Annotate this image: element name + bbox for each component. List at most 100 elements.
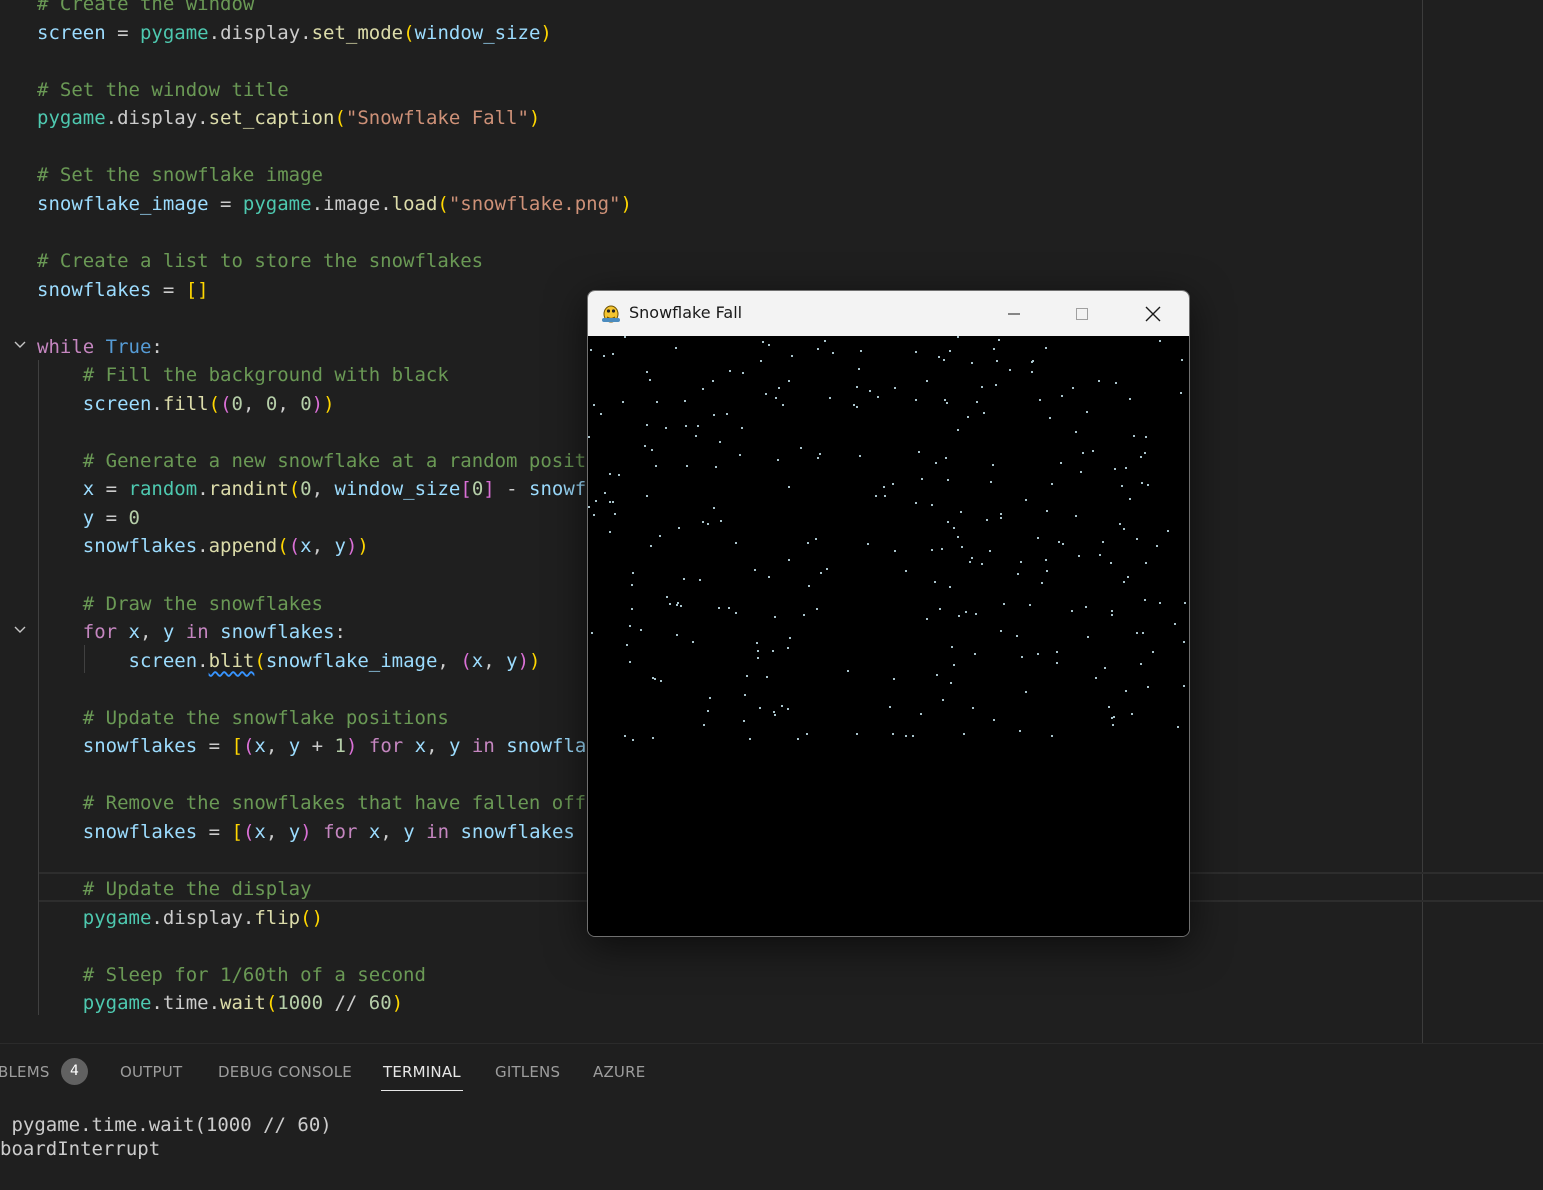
code-line[interactable]: snowflakes = [(x, y) for x, y in snowfla… [37,818,575,846]
snowflake [626,644,628,646]
close-button[interactable] [1130,291,1176,336]
snowflake [1056,662,1058,664]
snowflake [1111,610,1113,612]
code-line[interactable]: # Draw the snowflakes [37,590,323,618]
code-line[interactable]: y = 0 [37,504,140,532]
code-line[interactable]: screen = pygame.display.set_mode(window_… [37,19,552,47]
snowflake [1177,726,1179,728]
snowflake [718,607,720,609]
snowflake [858,368,860,370]
snowflake [918,451,920,453]
snowflake [1000,517,1002,519]
snowflake [1145,562,1147,564]
snowflake [775,397,777,399]
snowflake [939,608,941,610]
window-title: Snowflake Fall [629,303,743,322]
snowflake [629,661,631,663]
minimize-button[interactable] [991,291,1037,336]
maximize-button[interactable] [1059,291,1105,336]
snowflake [1129,398,1131,400]
code-line[interactable]: pygame.display.set_caption("Snowflake Fa… [37,104,540,132]
snowflake [1025,499,1027,501]
code-line[interactable]: screen.blit(snowflake_image, (x, y)) [37,647,541,675]
snowflake [757,657,759,659]
snowflake [1145,436,1147,438]
snowflake [1142,632,1144,634]
fold-chevron-for-icon[interactable] [12,621,28,641]
code-line[interactable]: snowflake_image = pygame.image.load("sno… [37,190,632,218]
snowflake [1136,538,1138,540]
snowflake [958,615,960,617]
code-line[interactable]: # Update the display [37,875,312,903]
code-line[interactable]: for x, y in snowflakes: [37,618,346,646]
code-line[interactable]: # Set the snowflake image [37,161,323,189]
snowflake [1056,651,1058,653]
snowflake [847,670,849,672]
code-line[interactable]: pygame.time.wait(1000 // 60) [37,989,403,1017]
snowflake [883,486,885,488]
snowflake [941,548,943,550]
snowflake [993,348,995,350]
snowflake [877,396,879,398]
code-line[interactable]: # Create a list to store the snowflakes [37,247,483,275]
snowflake [624,336,626,338]
snowflake [593,514,595,516]
snowflake [936,674,938,676]
bottom-panel: BLEMS 4 OUTPUT DEBUG CONSOLE TERMINAL GI… [0,1043,1543,1190]
snowflake [953,664,955,666]
snowflake [1099,554,1101,556]
tab-gitlens[interactable]: GITLENS [495,1063,560,1081]
code-line[interactable]: pygame.display.flip() [37,904,323,932]
snowflake [894,550,896,552]
snowflake [1032,360,1034,362]
code-line[interactable]: snowflakes.append((x, y)) [37,532,369,560]
snowflake [618,474,620,476]
tab-debug-console[interactable]: DEBUG CONSOLE [218,1063,352,1081]
code-line[interactable]: # Set the window title [37,76,289,104]
pygame-window[interactable]: Snowflake Fall [587,290,1190,937]
snowflake [1039,399,1041,401]
code-line[interactable]: # Remove the snowflakes that have fallen… [37,789,586,817]
snowflake [938,356,940,358]
snowflake [665,427,667,429]
code-line[interactable]: x = random.randint(0, window_size[0] - s… [37,475,586,503]
snowflake [1087,636,1089,638]
snowflake [720,520,722,522]
code-line[interactable]: # Sleep for 1/60th of a second [37,961,426,989]
pygame-snake-icon [600,302,622,324]
tab-problems[interactable]: BLEMS [0,1063,50,1081]
snowflake [675,347,677,349]
snowflake [1019,730,1021,732]
code-line[interactable]: # Create the window [37,0,254,18]
tab-azure[interactable]: AZURE [593,1063,645,1081]
code-line[interactable]: screen.fill((0, 0, 0)) [37,390,335,418]
snowflake [789,637,791,639]
snowflake [1092,450,1094,452]
snowflake [713,507,715,509]
code-line[interactable]: while True: [37,333,163,361]
snowflake [965,611,967,613]
code-line[interactable]: # Update the snowflake positions [37,704,449,732]
code-line[interactable]: # Fill the background with black [37,361,449,389]
snowflake [993,719,995,721]
code-line[interactable]: snowflakes = [] [37,276,209,304]
window-titlebar[interactable]: Snowflake Fall [588,291,1189,336]
snowflake [646,424,648,426]
snowflake [1113,716,1115,718]
snowflake [905,735,907,737]
snowflake [951,646,953,648]
code-line[interactable]: # Generate a new snowflake at a random p… [37,447,586,475]
code-line[interactable]: snowflakes = [(x, y + 1) for x, y in sno… [37,732,587,760]
snowflake [656,401,658,403]
tab-terminal[interactable]: TERMINAL [381,1063,463,1091]
snowflake [683,578,685,580]
snowflake [762,341,764,343]
fold-chevron-while-icon[interactable] [12,336,28,356]
snowflake [1016,635,1018,637]
tab-output[interactable]: OUTPUT [120,1063,182,1081]
snowflake [856,386,858,388]
snowflake [781,705,783,707]
snowflake [1041,582,1043,584]
snowflake [1147,484,1149,486]
snowflake [947,521,949,523]
